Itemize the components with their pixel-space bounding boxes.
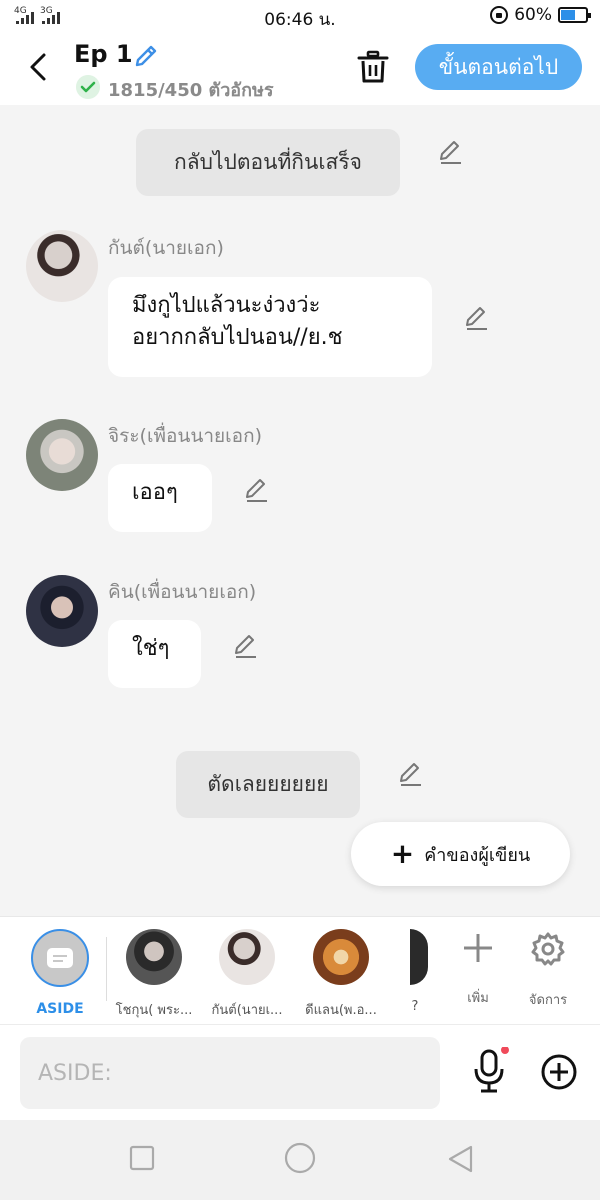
recent-apps-icon[interactable] <box>128 1144 156 1172</box>
aside-icon <box>47 948 73 968</box>
aside-avatar <box>31 929 89 987</box>
edit-pencil-icon[interactable] <box>132 42 160 70</box>
edit-pencil-icon[interactable] <box>231 631 261 661</box>
character-aside[interactable]: ASIDE <box>15 929 105 1017</box>
character-item[interactable]: ดีแลน(พ.อ... <box>296 929 386 1020</box>
battery-percent: 60% <box>514 5 552 25</box>
message-bubble[interactable]: เออๆ <box>108 464 212 532</box>
character-item[interactable]: ? <box>380 929 450 1014</box>
edit-pencil-icon[interactable] <box>396 759 426 789</box>
edit-pencil-icon[interactable] <box>436 137 466 167</box>
plus-icon: + <box>390 837 415 870</box>
message-bubble[interactable]: มึงกูไปแล้วนะง่วงว่ะ อยากกลับไปนอน//ย.ช <box>108 277 432 377</box>
character-label: โชกุน( พระ... <box>115 1003 193 1018</box>
gear-icon <box>531 932 565 966</box>
character-item[interactable]: กันต์(นายเ... <box>202 929 292 1020</box>
message-text: อยากกลับไปนอน//ย.ช <box>132 325 343 350</box>
narration-bubble[interactable]: กลับไปตอนที่กินเสร็จ <box>136 129 400 196</box>
microphone-icon[interactable] <box>470 1047 510 1097</box>
rotation-lock-icon <box>490 6 509 24</box>
message-text: มึงกูไปแล้วนะง่วงว่ะ <box>132 293 321 318</box>
status-bar: 4G 3G 06:46 น. 60% <box>0 0 600 32</box>
edit-pencil-icon[interactable] <box>242 475 272 505</box>
edit-pencil-icon[interactable] <box>462 303 492 333</box>
narration-bubble[interactable]: ตัดเลยยยยยย <box>176 751 360 818</box>
back-icon[interactable] <box>24 50 52 84</box>
header: Ep 1 1815/450 ตัวอักษร ขั้นตอนต่อไป <box>0 32 600 105</box>
character-name: กันต์(นายเอก) <box>108 237 224 259</box>
episode-title: Ep 1 <box>74 40 133 68</box>
message-text: ใช่ๆ <box>132 636 170 661</box>
avatar <box>410 929 428 985</box>
battery-icon <box>558 7 591 23</box>
char-count: 1815/450 ตัวอักษร <box>108 80 274 101</box>
character-label: ? <box>411 999 419 1014</box>
add-author-note-button[interactable]: + คำของผู้เขียน <box>351 822 570 886</box>
character-name: จิระ(เพื่อนนายเอก) <box>108 425 262 447</box>
manage-label: จัดการ <box>528 993 568 1008</box>
message-input[interactable] <box>20 1037 440 1109</box>
trash-icon[interactable] <box>356 48 390 86</box>
add-character-button[interactable]: เพิ่ม <box>443 931 513 1008</box>
add-author-note-label: คำของผู้เขียน <box>424 844 531 866</box>
divider <box>106 937 107 1001</box>
avatar <box>126 929 182 985</box>
status-right: 60% <box>490 5 591 25</box>
avatar <box>313 929 369 985</box>
character-name: คิน(เพื่อนนายเอก) <box>108 581 257 603</box>
input-bar <box>0 1024 600 1120</box>
next-step-button[interactable]: ขั้นตอนต่อไป <box>415 44 582 90</box>
message-bubble[interactable]: ใช่ๆ <box>108 620 201 688</box>
character-bar: ASIDE โชกุน( พระ... กันต์(นายเ... ดีแลน(… <box>0 916 600 1024</box>
aside-label: ASIDE <box>36 1001 84 1017</box>
character-item[interactable]: โชกุน( พระ... <box>109 929 199 1020</box>
add-label: เพิ่ม <box>467 991 489 1006</box>
plus-icon <box>464 934 492 962</box>
character-label: ดีแลน(พ.อ... <box>305 1003 377 1018</box>
avatar[interactable] <box>26 230 98 302</box>
character-label: กันต์(นายเ... <box>211 1003 283 1018</box>
back-triangle-icon[interactable] <box>446 1144 474 1174</box>
avatar <box>219 929 275 985</box>
message-text: เออๆ <box>132 480 178 505</box>
add-circle-icon[interactable] <box>540 1053 578 1091</box>
avatar[interactable] <box>26 575 98 647</box>
home-icon[interactable] <box>284 1142 316 1174</box>
manage-button[interactable]: จัดการ <box>513 931 583 1010</box>
system-nav-bar <box>0 1120 600 1200</box>
check-icon <box>76 75 100 99</box>
avatar[interactable] <box>26 419 98 491</box>
